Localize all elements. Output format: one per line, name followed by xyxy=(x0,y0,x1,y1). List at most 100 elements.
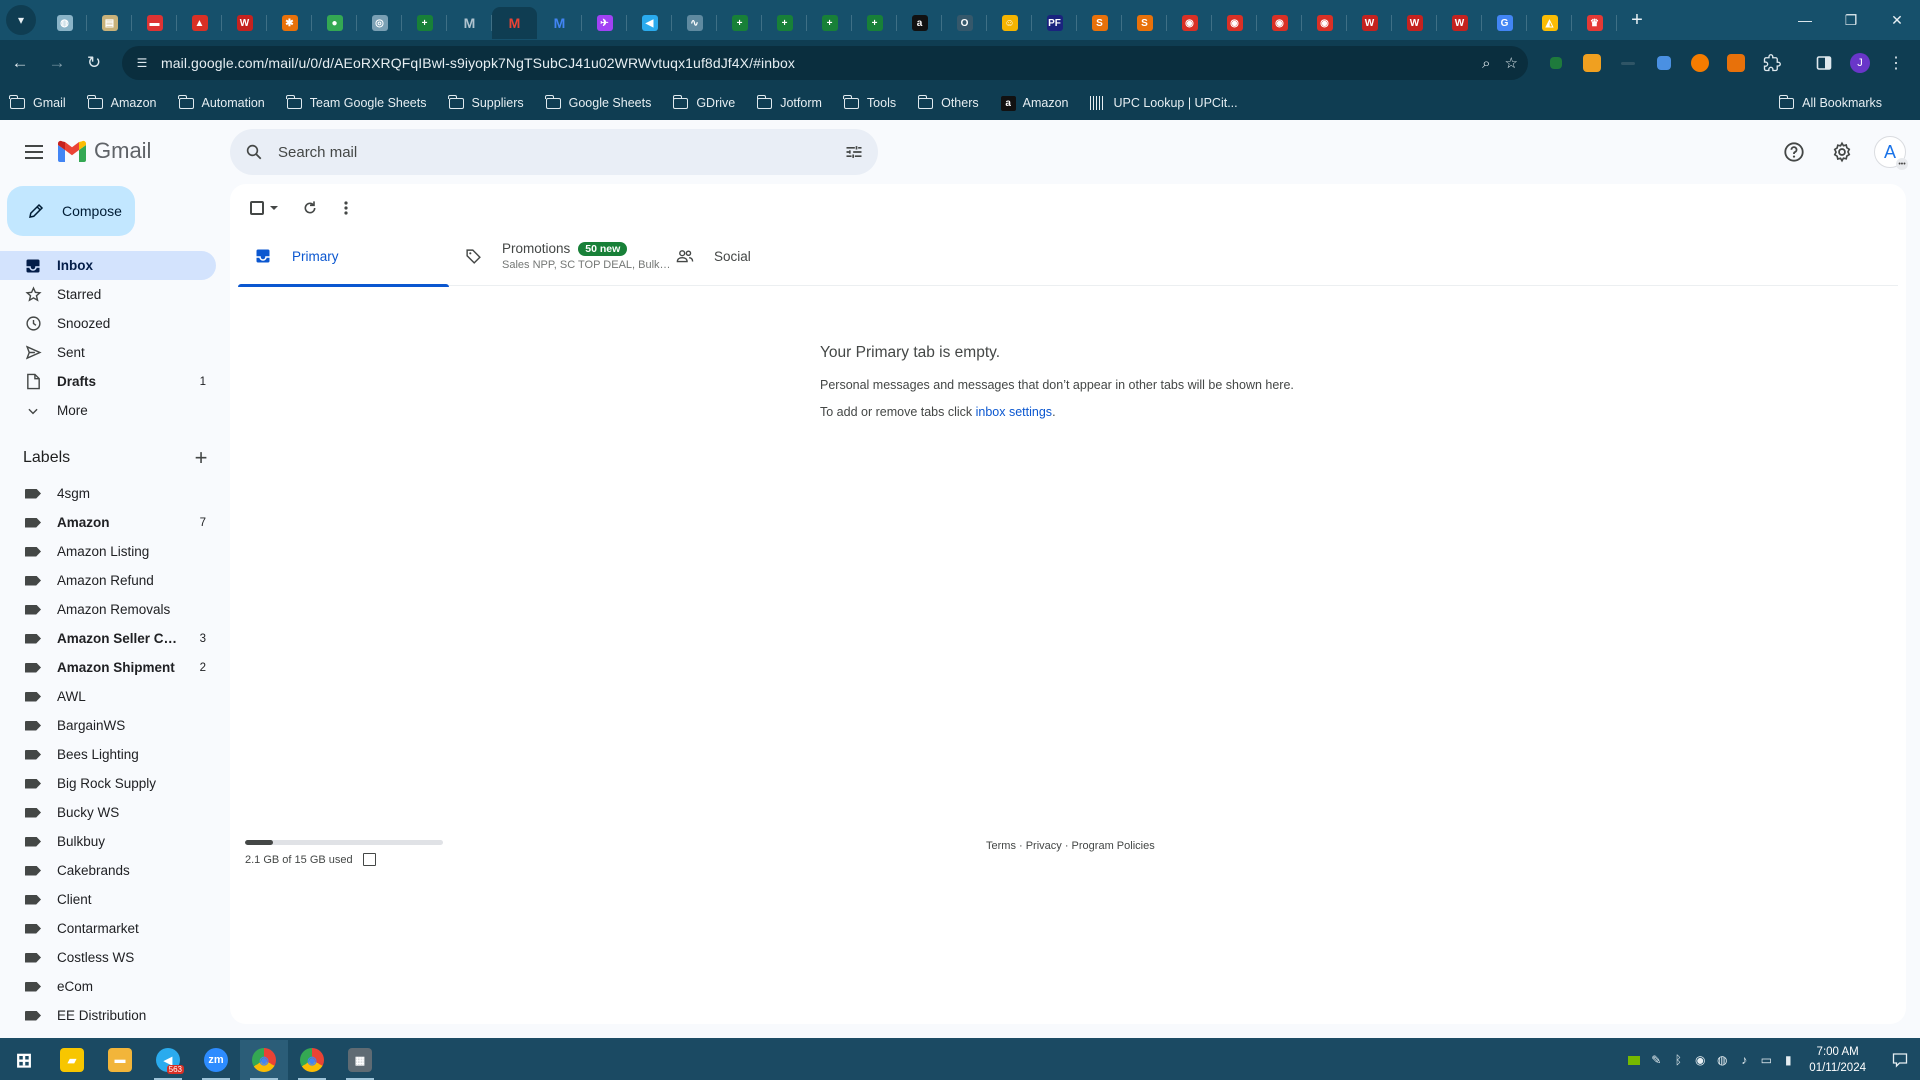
forward-button[interactable]: → xyxy=(40,46,74,80)
sticky-notes-app[interactable]: ▰ xyxy=(48,1040,96,1080)
bookmark-amazon[interactable]: a Amazon xyxy=(1000,95,1068,111)
bookmark-tools[interactable]: Tools xyxy=(843,94,896,110)
zoom-icon[interactable]: ⌕ xyxy=(1482,55,1490,72)
tab-gmail-3[interactable]: M xyxy=(537,7,582,39)
nvidia-icon[interactable] xyxy=(1623,1040,1645,1080)
extension-orange-circle-icon[interactable] xyxy=(1682,45,1718,81)
tab-w-red[interactable]: W xyxy=(222,7,267,39)
minimize-button[interactable]: — xyxy=(1782,0,1828,40)
tab-amazon[interactable]: a xyxy=(897,7,942,39)
tab-wm[interactable]: ♛ xyxy=(1572,7,1617,39)
bluetooth-icon[interactable]: ᛒ xyxy=(1667,1040,1689,1080)
tab-o[interactable]: O xyxy=(942,7,987,39)
tab-primary[interactable]: Primary xyxy=(238,226,449,287)
label-amazon-refund[interactable]: Amazon Refund xyxy=(0,566,216,595)
chrome-app[interactable]: ◉ xyxy=(240,1040,288,1080)
clock[interactable]: 7:00 AM 01/11/2024 xyxy=(1809,1044,1866,1076)
windows-start-button[interactable]: ⊞ xyxy=(0,1040,48,1080)
tab-red-shape[interactable]: ▲ xyxy=(177,7,222,39)
back-button[interactable]: ← xyxy=(3,46,37,80)
notifications-icon[interactable] xyxy=(1880,1040,1920,1080)
tab-w-1[interactable]: W xyxy=(1347,7,1392,39)
bookmark-team-google-sheets[interactable]: Team Google Sheets xyxy=(286,94,427,110)
profile-button[interactable]: J xyxy=(1842,45,1878,81)
label-bulkbuy[interactable]: Bulkbuy xyxy=(0,827,216,856)
tab-drive[interactable]: ◭ xyxy=(1527,7,1572,39)
label-client[interactable]: Client xyxy=(0,885,216,914)
select-all-checkbox[interactable] xyxy=(242,190,278,226)
tab-google[interactable]: G xyxy=(1482,7,1527,39)
label-amazon[interactable]: Amazon 7 xyxy=(0,508,216,537)
extension-puzzle-blue-icon[interactable] xyxy=(1646,45,1682,81)
tab-social[interactable]: Social xyxy=(660,226,871,286)
address-bar[interactable]: ☰ mail.google.com/mail/u/0/d/AEoRXRQFqIB… xyxy=(122,46,1528,80)
extension-js-icon[interactable] xyxy=(1718,45,1754,81)
tab-avatar[interactable]: ☺ xyxy=(987,7,1032,39)
site-info-icon[interactable]: ☰ xyxy=(134,55,150,71)
all-bookmarks-button[interactable]: All Bookmarks xyxy=(1778,86,1882,120)
label-bees-lighting[interactable]: Bees Lighting xyxy=(0,740,216,769)
tab-sheets-5[interactable]: + xyxy=(852,7,897,39)
browser-menu-icon[interactable]: ⋮ xyxy=(1878,45,1914,81)
tab-w-3[interactable]: W xyxy=(1437,7,1482,39)
label-bucky-ws[interactable]: Bucky WS xyxy=(0,798,216,827)
label-ee-distribution[interactable]: EE Distribution xyxy=(0,1001,216,1030)
bookmark-upc-lookup-upcit[interactable]: UPC Lookup | UPCit... xyxy=(1090,96,1238,110)
extension-pen-icon[interactable] xyxy=(1610,45,1646,81)
new-tab-button[interactable]: + xyxy=(1623,6,1651,34)
label-awl[interactable]: AWL xyxy=(0,682,216,711)
bookmark-gmail[interactable]: Gmail xyxy=(9,94,66,110)
refresh-icon[interactable] xyxy=(292,190,328,226)
bookmark-star-icon[interactable]: ☆ xyxy=(1505,54,1518,72)
label-big-rock-supply[interactable]: Big Rock Supply xyxy=(0,769,216,798)
tab-shop-2[interactable]: S xyxy=(1122,7,1167,39)
tab-globe[interactable]: ◎ xyxy=(357,7,402,39)
tab-telegram[interactable]: ◀ xyxy=(627,7,672,39)
sidebar-item-drafts[interactable]: Drafts 1 xyxy=(0,367,216,396)
create-label-plus-icon[interactable]: + xyxy=(189,445,213,470)
bookmark-gdrive[interactable]: GDrive xyxy=(672,94,735,110)
label-bargainws[interactable]: BargainWS xyxy=(0,711,216,740)
support-help-icon[interactable] xyxy=(1774,132,1814,172)
bookmark-others[interactable]: Others xyxy=(917,94,979,110)
extension-honey-icon[interactable] xyxy=(1574,45,1610,81)
tab-sheets-4[interactable]: + xyxy=(807,7,852,39)
label-ecom[interactable]: eCom xyxy=(0,972,216,1001)
inbox-settings-link[interactable]: inbox settings xyxy=(976,405,1052,419)
network-icon[interactable]: ▭ xyxy=(1755,1040,1777,1080)
tab-sheets-2[interactable]: + xyxy=(717,7,762,39)
tab-flyer[interactable]: ▤ xyxy=(87,7,132,39)
label-amazon-removals[interactable]: Amazon Removals xyxy=(0,595,216,624)
tab-promotions[interactable]: Promotions 50 new Sales NPP, SC TOP DEAL… xyxy=(449,226,672,286)
sidebar-item-more[interactable]: More xyxy=(0,396,216,425)
tab-chart[interactable]: ∿ xyxy=(672,7,717,39)
bookmark-automation[interactable]: Automation xyxy=(177,94,265,110)
close-window-button[interactable]: ✕ xyxy=(1874,0,1920,40)
label-amazon-shipment[interactable]: Amazon Shipment 2 xyxy=(0,653,216,682)
bookmark-jotform[interactable]: Jotform xyxy=(756,94,822,110)
restore-button[interactable]: ❐ xyxy=(1828,0,1874,40)
tab-sheets-3[interactable]: + xyxy=(762,7,807,39)
label-contarmarket[interactable]: Contarmarket xyxy=(0,914,216,943)
compose-button[interactable]: Compose xyxy=(7,186,135,236)
label-amazon-seller-cen[interactable]: Amazon Seller Cen... 3 xyxy=(0,624,216,653)
tab-target-2[interactable]: ◉ xyxy=(1212,7,1257,39)
tab-pf[interactable]: PF xyxy=(1032,7,1077,39)
label-amazon-listing[interactable]: Amazon Listing xyxy=(0,537,216,566)
tab-gmail-2[interactable]: M xyxy=(447,7,492,39)
url-text[interactable]: mail.google.com/mail/u/0/d/AEoRXRQFqIBwl… xyxy=(161,55,795,71)
telegram-app[interactable]: ◀ 563 xyxy=(144,1040,192,1080)
bookmark-amazon[interactable]: Amazon xyxy=(87,94,157,110)
open-in-new-icon[interactable] xyxy=(362,853,376,866)
search-input[interactable] xyxy=(278,143,818,161)
tab-target-1[interactable]: ◉ xyxy=(1167,7,1212,39)
chrome-tray-icon[interactable]: ◉ xyxy=(1689,1040,1711,1080)
tab-flag[interactable]: ▬ xyxy=(132,7,177,39)
tab-sheets-1[interactable]: + xyxy=(402,7,447,39)
calculator-app[interactable]: ▦ xyxy=(336,1040,384,1080)
label-4sgm[interactable]: 4sgm xyxy=(0,479,216,508)
sidebar-item-sent[interactable]: Sent xyxy=(0,338,216,367)
tab-target-4[interactable]: ◉ xyxy=(1302,7,1347,39)
zoom-app[interactable]: zm xyxy=(192,1040,240,1080)
extension-green-icon[interactable] xyxy=(1538,45,1574,81)
